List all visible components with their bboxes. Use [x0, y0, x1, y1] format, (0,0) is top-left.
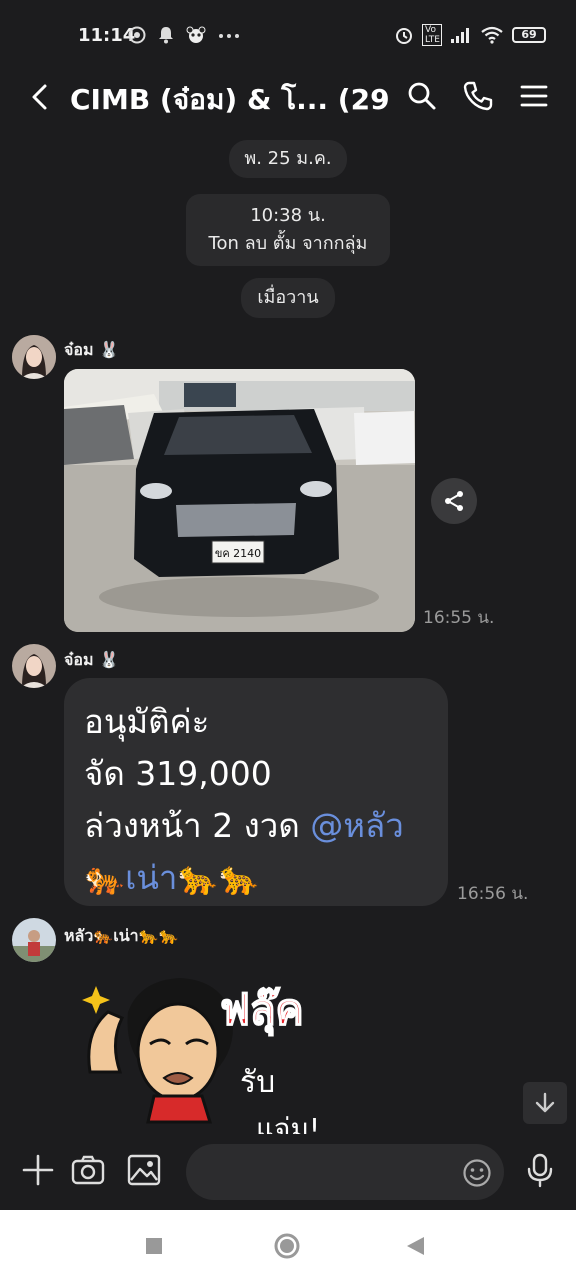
sticker-image[interactable]: ฟลุ๊ค รับ แจ่ม!	[70, 972, 330, 1134]
sparkle-icon	[82, 986, 110, 1014]
phone-icon[interactable]	[462, 80, 494, 112]
sticker-text: รับ	[240, 1065, 275, 1100]
message-emoji: 🐆🐆	[177, 858, 260, 897]
sticker-text: แจ่ม!	[256, 1112, 320, 1134]
volte-icon: Vo LTE	[422, 24, 442, 46]
wifi-icon	[481, 26, 503, 44]
message-line: ล่วงหน้า 2 งวด @หลัว	[84, 800, 428, 852]
scroll-down-button[interactable]	[523, 1082, 567, 1124]
sticker-text: ฟลุ๊ค	[220, 985, 304, 1036]
system-message-time: 10:38 น.	[250, 205, 326, 226]
car-photo[interactable]: ขค 2140	[64, 369, 415, 632]
camera-icon[interactable]	[70, 1152, 106, 1188]
alarm-icon	[396, 28, 412, 44]
sender-name: จ๋อม 🐰	[64, 650, 120, 669]
sender-name: หลัว🐅เน่า🐆🐆	[64, 926, 179, 945]
recents-square-icon[interactable]	[144, 1236, 164, 1256]
mention-link-cont[interactable]: 🐅เน่า	[84, 858, 177, 897]
avatar[interactable]	[12, 335, 56, 379]
arrow-down-icon	[535, 1092, 555, 1113]
avatar[interactable]	[12, 644, 56, 688]
avatar-man-image	[12, 918, 56, 962]
avatar[interactable]	[12, 918, 56, 962]
panda-icon	[186, 26, 206, 43]
status-bar: 11:14 Vo LTE 69	[0, 0, 576, 62]
bell-icon	[159, 27, 173, 44]
home-circle-icon[interactable]	[273, 1232, 301, 1260]
avatar-woman-image	[12, 644, 56, 688]
status-left-icons	[128, 26, 240, 44]
message-line-text: ล่วงหน้า 2 งวด	[84, 806, 311, 845]
license-plate: ขค 2140	[215, 547, 261, 560]
message-input[interactable]	[186, 1144, 504, 1200]
image-icon[interactable]	[126, 1152, 162, 1188]
share-icon	[445, 491, 463, 511]
date-pill: พ. 25 ม.ค.	[229, 140, 347, 178]
signal-icon	[451, 28, 469, 43]
avatar-woman-image	[12, 335, 56, 379]
more-dots-icon	[219, 34, 239, 38]
message-line: อนุมัติค่ะ	[84, 702, 210, 741]
system-message-text: Ton ลบ ตั้ม จากกลุ่ม	[208, 233, 368, 254]
chrome-icon	[128, 26, 146, 44]
battery-indicator: 69	[512, 27, 546, 43]
menu-icon[interactable]	[518, 80, 550, 112]
message-line: จัด 319,000	[84, 754, 272, 793]
sender-name: จ๋อม 🐰	[64, 340, 120, 359]
back-arrow-icon[interactable]	[26, 82, 56, 112]
emoji-icon[interactable]	[462, 1158, 492, 1188]
back-triangle-icon[interactable]	[404, 1235, 426, 1257]
message-line: 🐅เน่า🐆🐆	[84, 852, 428, 904]
chat-header: CIMB (จ๋อม) & โ... (29)	[0, 62, 576, 132]
status-time: 11:14	[78, 25, 136, 46]
message-timestamp: 16:56 น.	[457, 884, 529, 904]
system-message: 10:38 น. Ton ลบ ตั้ม จากกลุ่ม	[186, 194, 390, 266]
message-timestamp: 16:55 น.	[423, 608, 495, 628]
yesterday-pill: เมื่อวาน	[241, 278, 335, 318]
status-right-icons: Vo LTE 69	[394, 24, 546, 46]
message-input-bar	[0, 1134, 576, 1210]
plus-icon[interactable]	[20, 1152, 56, 1188]
microphone-icon[interactable]	[522, 1152, 558, 1188]
chat-area[interactable]: พ. 25 ม.ค. 10:38 น. Ton ลบ ตั้ม จากกลุ่ม…	[0, 132, 576, 1134]
message-bubble[interactable]: อนุมัติค่ะ จัด 319,000 ล่วงหน้า 2 งวด @ห…	[64, 678, 448, 906]
share-button[interactable]	[431, 478, 477, 524]
search-icon[interactable]	[406, 80, 438, 112]
mention-link[interactable]: @หลัว	[310, 806, 404, 845]
chat-title[interactable]: CIMB (จ๋อม) & โ... (29)	[70, 78, 390, 122]
system-nav-bar	[0, 1210, 576, 1280]
